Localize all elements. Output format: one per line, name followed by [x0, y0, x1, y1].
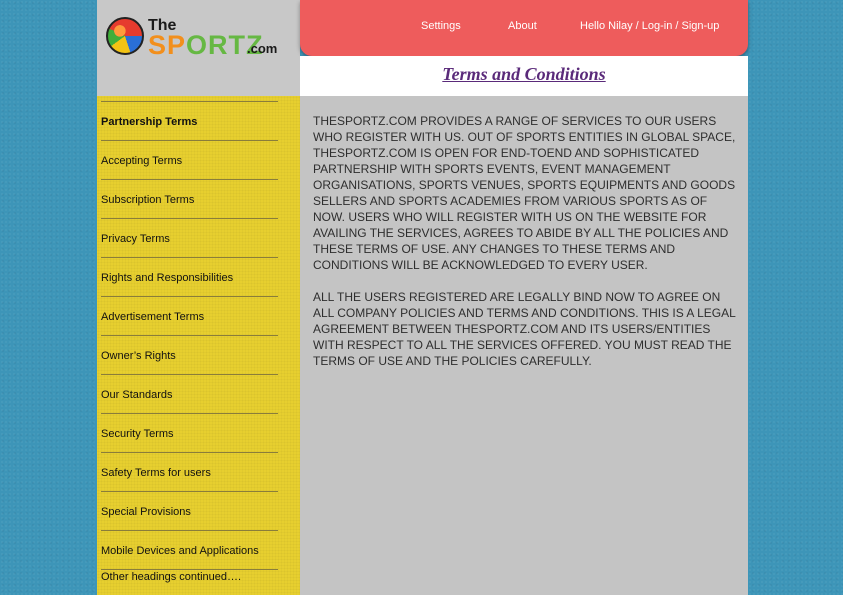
nav-about-link[interactable]: About [508, 20, 537, 32]
nav-user-login-signup-link[interactable]: Hello Nilay / Log-in / Sign-up [580, 20, 719, 32]
sports-ball-icon [106, 17, 144, 55]
main-content: THESPORTZ.COM PROVIDES A RANGE OF SERVIC… [300, 96, 748, 595]
title-strip: Terms and Conditions [300, 56, 748, 96]
sidebar-divider [101, 218, 278, 219]
sidebar-item-special-provisions[interactable]: Special Provisions [101, 506, 191, 518]
logo-panel: The SPORTZ .com [97, 0, 300, 96]
sidebar-divider [101, 374, 278, 375]
sidebar-divider [101, 491, 278, 492]
sidebar-more-headings-text: Other headings continued…. [101, 571, 242, 583]
sidebar-divider [101, 101, 278, 102]
sidebar-item-accepting-terms[interactable]: Accepting Terms [101, 155, 182, 167]
sidebar-divider [101, 530, 278, 531]
sidebar: Partnership Terms Accepting Terms Subscr… [97, 96, 300, 595]
nav-settings-link[interactable]: Settings [421, 20, 461, 32]
sidebar-item-security-terms[interactable]: Security Terms [101, 428, 174, 440]
top-navigation: Settings About Hello Nilay / Log-in / Si… [300, 0, 748, 56]
sidebar-item-partnership-terms[interactable]: Partnership Terms [101, 116, 197, 128]
sidebar-item-privacy-terms[interactable]: Privacy Terms [101, 233, 170, 245]
sidebar-item-advertisement-terms[interactable]: Advertisement Terms [101, 311, 204, 323]
sidebar-item-rights-and-responsibilities[interactable]: Rights and Responsibilities [101, 272, 233, 284]
sidebar-divider [101, 296, 278, 297]
sidebar-item-subscription-terms[interactable]: Subscription Terms [101, 194, 194, 206]
terms-paragraph-1: THESPORTZ.COM PROVIDES A RANGE OF SERVIC… [313, 114, 736, 272]
sidebar-divider [101, 179, 278, 180]
sidebar-item-mobile-devices-and-applications[interactable]: Mobile Devices and Applications [101, 545, 259, 557]
sidebar-divider [101, 140, 278, 141]
sidebar-divider [101, 257, 278, 258]
sidebar-item-owners-rights[interactable]: Owner’s Rights [101, 350, 176, 362]
sidebar-item-our-standards[interactable]: Our Standards [101, 389, 173, 401]
sidebar-divider [101, 452, 278, 453]
terms-paragraph-2: ALL THE USERS REGISTERED ARE LEGALLY BIN… [313, 290, 736, 368]
logo-sportz-part-a: SP [148, 30, 187, 60]
sidebar-divider [101, 569, 278, 570]
page-title: Terms and Conditions [442, 64, 606, 84]
logo-com-text: .com [247, 41, 278, 56]
sidebar-divider [101, 335, 278, 336]
sidebar-divider [101, 413, 278, 414]
sidebar-item-safety-terms-for-users[interactable]: Safety Terms for users [101, 467, 211, 479]
